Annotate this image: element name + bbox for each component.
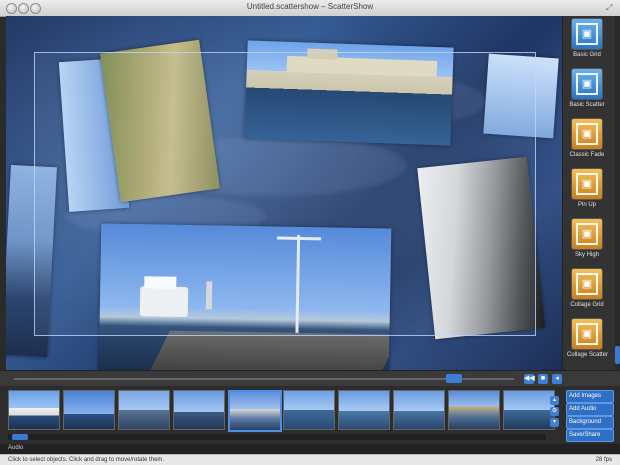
move-up-icon[interactable]: ▴ [550, 396, 559, 405]
add-images-label: Add Images [569, 393, 602, 399]
filmstrip-thumbnail[interactable] [118, 390, 170, 430]
template-item[interactable]: ▣ Pin Up [567, 168, 607, 208]
add-audio-button[interactable]: Add Audio [566, 403, 614, 416]
template-icon: ▣ [576, 173, 598, 195]
speaker-icon[interactable]: ◂ [552, 374, 562, 384]
template-thumbnail: ▣ [571, 18, 603, 50]
filmstrip-thumbnail[interactable] [393, 390, 445, 430]
template-thumbnail: ▣ [571, 168, 603, 200]
filmstrip-scrollbar[interactable] [8, 434, 546, 440]
audio-track[interactable]: Audio [0, 444, 620, 454]
template-sidebar: ▣ Basic Grid ▣ Basic Scatter ▣ Classic Fade ▣ P… [562, 16, 620, 370]
template-item[interactable]: ▣ Collage Grid [567, 268, 607, 308]
filmstrip-thumbnail[interactable] [448, 390, 500, 430]
template-icon: ▣ [576, 273, 598, 295]
settings-icon[interactable]: ⚙ [550, 407, 559, 416]
status-text: Click to select objects. Click and drag … [8, 457, 165, 463]
filmstrip-thumbnail[interactable] [503, 390, 555, 430]
timeline-track[interactable] [14, 378, 514, 380]
template-icon: ▣ [576, 223, 598, 245]
add-images-button[interactable]: Add Images [566, 390, 614, 403]
background-label: Background [569, 419, 602, 425]
template-label: Basic Scatter [569, 102, 605, 108]
template-item[interactable]: ▣ Basic Grid [567, 18, 607, 58]
rewind-icon[interactable]: ◀◀ [524, 374, 535, 384]
template-icon: ▣ [576, 23, 598, 45]
filmstrip-thumbnail[interactable] [283, 390, 335, 430]
status-bar: Click to select objects. Click and drag … [0, 454, 620, 465]
template-thumbnail: ▣ [571, 118, 603, 150]
selection-frame[interactable] [34, 52, 536, 336]
template-icon: ▣ [576, 123, 598, 145]
template-label: Sky High [574, 252, 599, 258]
template-item[interactable]: ▣ Classic Fade [567, 118, 607, 158]
timeline-bar: ◀◀ ■ ◂ [0, 370, 620, 387]
template-icon: ▣ [576, 323, 598, 345]
filmstrip-thumbnail[interactable] [338, 390, 390, 430]
sidebar-scrollbar[interactable] [615, 16, 620, 370]
save-share-label: Save/Share [569, 432, 601, 438]
background-button[interactable]: Background [566, 416, 614, 429]
template-thumbnail: ▣ [571, 318, 603, 350]
filmstrip-thumbnail[interactable] [8, 390, 60, 430]
stop-icon[interactable]: ■ [538, 374, 548, 384]
slideshow-canvas[interactable] [6, 16, 562, 370]
template-label: Collage Grid [570, 302, 604, 308]
fps-readout: 28 fps [595, 457, 612, 463]
save-share-button[interactable]: Save/Share [566, 429, 614, 442]
add-audio-label: Add Audio [569, 406, 597, 412]
move-down-icon[interactable]: ▾ [550, 418, 559, 427]
timeline-thumb[interactable] [446, 374, 462, 383]
filmstrip-items [8, 390, 555, 434]
template-item[interactable]: ▣ Sky High [567, 218, 607, 258]
template-label: Pin Up [577, 202, 596, 208]
template-label: Basic Grid [573, 52, 601, 58]
template-icon: ▣ [576, 73, 598, 95]
filmstrip-scroll-thumb[interactable] [12, 434, 28, 440]
template-thumbnail: ▣ [571, 268, 603, 300]
sidebar-scroll-thumb[interactable] [615, 346, 620, 364]
titlebar: Untitled.scattershow – ScatterShow ⤢ [0, 0, 620, 17]
template-item[interactable]: ▣ Basic Scatter [567, 68, 607, 108]
template-thumbnail: ▣ [571, 68, 603, 100]
template-item[interactable]: ▣ Collage Scatter [567, 318, 609, 358]
filmstrip-thumbnail[interactable] [173, 390, 225, 430]
audio-label: Audio [8, 445, 24, 451]
template-label: Collage Scatter [567, 352, 609, 358]
window-title: Untitled.scattershow – ScatterShow [246, 2, 374, 11]
app-window: Untitled.scattershow – ScatterShow ⤢ ▣ B… [0, 0, 620, 465]
strip-buttons: ▴ ⚙ ▾ [550, 396, 560, 429]
filmstrip: ▴ ⚙ ▾ Add Images Add Audio Background Sa… [0, 386, 620, 444]
filmstrip-thumbnail[interactable] [63, 390, 115, 430]
template-thumbnail: ▣ [571, 218, 603, 250]
filmstrip-thumbnail[interactable] [228, 390, 282, 432]
fullscreen-icon[interactable]: ⤢ [606, 4, 614, 12]
template-label: Classic Fade [569, 152, 605, 158]
